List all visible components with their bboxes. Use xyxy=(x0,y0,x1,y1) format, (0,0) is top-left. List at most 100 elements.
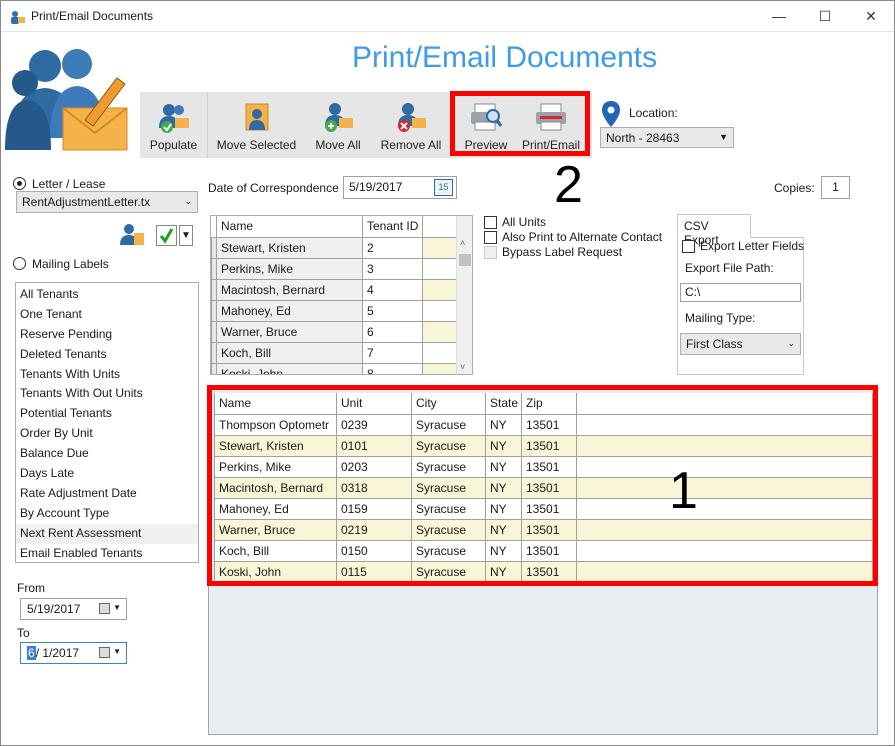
filter-item[interactable]: Balance Due xyxy=(16,444,198,464)
export-fields-label: Export Letter Fields xyxy=(700,239,805,253)
table-row[interactable]: Perkins, Mike 3 xyxy=(211,257,458,280)
export-path-value: C:\ xyxy=(685,285,701,299)
bypass-label-checkbox[interactable] xyxy=(484,246,497,259)
chevron-down-icon: ▼ xyxy=(113,603,121,612)
filter-item[interactable]: Order By Unit xyxy=(16,424,198,444)
correspondence-date-value: 5/19/2017 xyxy=(349,180,403,194)
export-path-input[interactable]: C:\ xyxy=(680,283,801,302)
from-date-value: 5/19/2017 xyxy=(27,602,81,616)
tenant-id-cell: 5 xyxy=(362,299,423,322)
table-row[interactable]: Koski, John 8 xyxy=(211,362,458,374)
column-header-name[interactable]: Name xyxy=(216,216,363,238)
close-button[interactable]: ✕ xyxy=(848,1,894,32)
correspondence-date-input[interactable]: 5/19/2017 15 xyxy=(343,176,457,199)
move-all-icon xyxy=(325,103,353,132)
tab-csv-export[interactable]: CSV Export xyxy=(677,214,751,247)
filter-item[interactable]: By Account Type xyxy=(16,504,198,524)
to-date-selected-segment: 6 xyxy=(27,646,36,660)
chevron-up-icon[interactable]: ˄ xyxy=(460,238,465,248)
letter-lease-label: Letter / Lease xyxy=(32,177,106,191)
tenant-name-cell: Koch, Bill xyxy=(216,341,363,364)
filter-item[interactable]: Rate Adjustment Date xyxy=(16,484,198,504)
filter-item[interactable]: Deleted Tenants xyxy=(16,345,198,365)
table-row[interactable]: Stewart, Kristen 2 xyxy=(211,236,458,259)
letter-file-value: RentAdjustmentLetter.tx xyxy=(22,195,151,209)
mailing-labels-radio[interactable] xyxy=(13,257,26,270)
populate-button[interactable]: Populate xyxy=(140,92,207,158)
export-path-label: Export File Path: xyxy=(685,261,774,275)
alt-contact-checkbox[interactable] xyxy=(484,231,497,244)
client-area: Print/Email Documents Populate Move Sele… xyxy=(2,33,894,745)
move-selected-button[interactable]: Move Selected xyxy=(208,92,305,158)
all-units-checkbox[interactable] xyxy=(484,216,497,229)
radio-selected-dot xyxy=(17,181,22,186)
filter-item-selected[interactable]: Next Rent Assessment xyxy=(16,523,198,544)
filter-item[interactable]: Days Late xyxy=(16,464,198,484)
table-row[interactable]: Macintosh, Bernard 4 xyxy=(211,278,458,301)
filter-item[interactable]: Email Enabled Tenants xyxy=(16,544,198,564)
scroll-thumb[interactable] xyxy=(459,254,471,266)
location-label: Location: xyxy=(629,106,678,120)
remove-all-label: Remove All xyxy=(380,138,442,152)
alt-contact-label: Also Print to Alternate Contact xyxy=(502,230,663,244)
user-edit-icon[interactable] xyxy=(120,223,146,247)
letter-file-select[interactable]: RentAdjustmentLetter.tx ⌄ xyxy=(16,191,198,213)
from-date-input[interactable]: 5/19/2017 ▼ xyxy=(20,598,127,620)
from-label: From xyxy=(17,581,45,595)
calendar-icon[interactable]: 15 xyxy=(434,179,453,196)
minimize-button[interactable]: — xyxy=(756,1,802,32)
table-row[interactable]: Koch, Bill 7 xyxy=(211,341,458,364)
to-date-value: / 1/2017 xyxy=(35,646,80,660)
tenant-grid-scrollbar[interactable]: ˄ ˅ xyxy=(456,216,472,374)
chevron-down-icon[interactable]: ˅ xyxy=(460,362,465,372)
filter-item[interactable]: All Tenants xyxy=(16,285,198,305)
filter-item[interactable]: Tenants With Units xyxy=(16,365,198,385)
header-filler xyxy=(422,216,458,238)
tenant-id-cell: 6 xyxy=(362,320,423,343)
tenant-grid-header: Name Tenant ID xyxy=(211,216,458,238)
chevron-down-icon: ▼ xyxy=(113,647,121,656)
remove-all-button[interactable]: Remove All xyxy=(371,92,451,158)
highlight-box-1 xyxy=(207,385,878,586)
filter-item[interactable]: One Tenant xyxy=(16,305,198,325)
letter-lease-radio[interactable] xyxy=(13,177,26,190)
tenant-id-cell: 7 xyxy=(362,341,423,364)
tenant-name-cell: Warner, Bruce xyxy=(216,320,363,343)
tenant-name-cell: Stewart, Kristen xyxy=(216,236,363,259)
populate-label: Populate xyxy=(149,138,198,152)
copies-input[interactable]: 1 xyxy=(821,176,850,199)
mailing-type-select[interactable]: First Class ⌄ xyxy=(680,333,801,355)
bypass-label-label: Bypass Label Request xyxy=(502,245,623,259)
checkmark-button[interactable] xyxy=(156,225,177,246)
maximize-button[interactable]: ☐ xyxy=(802,1,848,32)
populate-icon xyxy=(158,104,189,133)
move-selected-icon xyxy=(245,103,268,131)
move-all-button[interactable]: Move All xyxy=(306,92,370,158)
location-value: North - 28463 xyxy=(606,131,680,145)
print-email-window: Print/Email Documents — ☐ ✕ Print/Email … xyxy=(0,0,895,746)
tenant-name-cell: Perkins, Mike xyxy=(216,257,363,280)
to-label: To xyxy=(17,626,30,640)
table-row[interactable]: Mahoney, Ed 5 xyxy=(211,299,458,322)
location-pin-icon xyxy=(602,101,620,127)
app-icon xyxy=(11,11,25,24)
title-bar: Print/Email Documents — ☐ ✕ xyxy=(1,1,894,32)
mailing-type-value: First Class xyxy=(686,337,743,351)
tenant-id-cell: 4 xyxy=(362,278,423,301)
filter-item[interactable]: Potential Tenants xyxy=(16,404,198,424)
filter-item[interactable]: Tenants With Out Units xyxy=(16,384,198,404)
to-date-input[interactable]: 6/ 1/2017 ▼ xyxy=(20,642,127,664)
filter-list: All Tenants One Tenant Reserve Pending D… xyxy=(15,282,199,563)
filter-item[interactable]: Reserve Pending xyxy=(16,325,198,345)
users-mail-logo xyxy=(5,49,128,151)
dropdown-arrow-button[interactable]: ▼ xyxy=(179,225,193,246)
table-row[interactable]: Warner, Bruce 6 xyxy=(211,320,458,343)
all-units-label: All Units xyxy=(502,215,547,229)
tenant-id-cell: 8 xyxy=(362,362,423,374)
chevron-down-icon: ⌄ xyxy=(184,196,192,206)
copies-label: Copies: xyxy=(774,181,815,195)
export-fields-checkbox[interactable] xyxy=(682,240,695,253)
location-select[interactable]: North - 28463 ▼ xyxy=(600,127,734,148)
annotation-number-1: 1 xyxy=(669,462,698,520)
column-header-tenant-id[interactable]: Tenant ID xyxy=(362,216,423,238)
